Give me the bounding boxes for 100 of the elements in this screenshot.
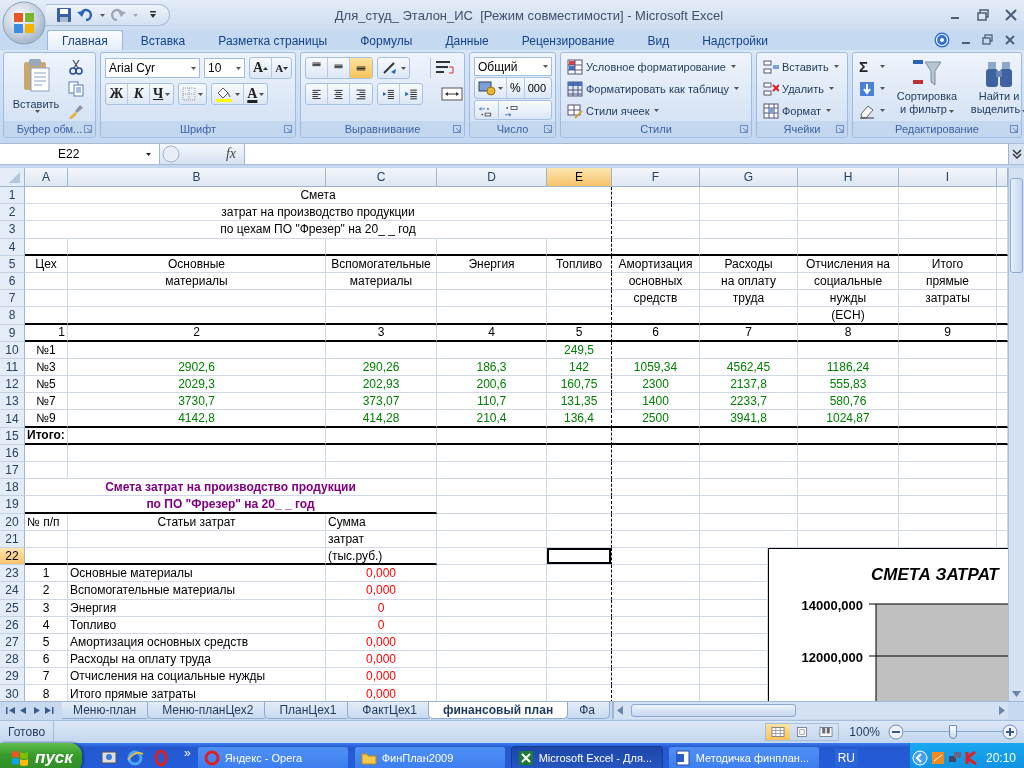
- row-header[interactable]: 18: [0, 479, 25, 497]
- column-header[interactable]: C: [326, 168, 437, 187]
- table-cell[interactable]: 202,93: [326, 376, 437, 394]
- column-header[interactable]: G: [700, 168, 798, 187]
- insert-function-button[interactable]: fx: [225, 146, 236, 162]
- table-cell[interactable]: 1024,87: [798, 410, 899, 428]
- column-header[interactable]: F: [612, 168, 700, 187]
- redo-icon[interactable]: [110, 7, 126, 23]
- table-cell[interactable]: 555,83: [798, 376, 899, 394]
- table-cell[interactable]: [547, 444, 612, 462]
- text-orientation-icon[interactable]: [381, 60, 399, 76]
- table-cell[interactable]: 290,26: [326, 358, 437, 377]
- dialog-launcher-icon[interactable]: [544, 125, 552, 133]
- row-header[interactable]: 29: [0, 668, 25, 686]
- table-cell[interactable]: Расходы: [700, 255, 798, 273]
- sort-filter-button[interactable]: Сортировка и фильтр: [891, 57, 963, 121]
- network-icon[interactable]: [947, 751, 962, 765]
- down-arrow-icon[interactable]: [1012, 691, 1021, 697]
- dialog-launcher-icon[interactable]: [284, 125, 292, 133]
- find-select-button[interactable]: Найти и выделить: [967, 57, 1024, 121]
- table-cell[interactable]: [547, 668, 612, 686]
- table-cell[interactable]: Отчисления на: [798, 255, 899, 273]
- table-cell[interactable]: материалы: [326, 272, 437, 291]
- table-cell[interactable]: 2: [68, 324, 326, 342]
- start-button[interactable]: пуск: [0, 743, 82, 768]
- table-cell[interactable]: [547, 565, 612, 583]
- fill-button[interactable]: [857, 79, 887, 98]
- table-cell[interactable]: 580,76: [798, 393, 899, 411]
- row-header[interactable]: 8: [0, 307, 25, 325]
- table-cell[interactable]: №3: [25, 358, 68, 377]
- table-cell[interactable]: 1186,24: [798, 358, 899, 377]
- table-cell[interactable]: 414,28: [326, 410, 437, 428]
- table-cell[interactable]: Амортизация: [612, 255, 700, 273]
- table-cell[interactable]: 3730,7: [68, 393, 326, 411]
- slider-thumb[interactable]: [949, 724, 957, 739]
- borders-icon[interactable]: [182, 87, 197, 101]
- table-cell[interactable]: средств: [612, 290, 700, 308]
- table-cell[interactable]: [547, 496, 612, 514]
- table-cell[interactable]: Вспомогательные материалы: [68, 582, 326, 600]
- row-header[interactable]: 2: [0, 204, 25, 222]
- row-header[interactable]: 19: [0, 496, 25, 514]
- table-cell[interactable]: 2902,6: [68, 358, 326, 377]
- ribbon-tab[interactable]: Надстройки: [687, 30, 783, 50]
- column-header[interactable]: [997, 168, 1008, 187]
- table-cell[interactable]: Итого: [899, 255, 997, 273]
- table-cell[interactable]: [547, 307, 612, 325]
- table-cell[interactable]: 131,35: [547, 393, 612, 411]
- taskbar-button[interactable]: Яндекс - Opera: [196, 746, 349, 768]
- taskbar-button[interactable]: ФинПлан2009: [353, 746, 506, 768]
- ribbon-tab[interactable]: Данные: [430, 30, 504, 50]
- dialog-launcher-icon[interactable]: [740, 125, 748, 133]
- help-icon[interactable]: [934, 32, 950, 48]
- table-cell[interactable]: 4562,45: [700, 358, 798, 377]
- cell-styles-button[interactable]: Стили ячеек: [565, 101, 742, 120]
- thousands-button[interactable]: 000: [524, 78, 550, 98]
- table-cell[interactable]: 7: [700, 324, 798, 342]
- sheet-tab[interactable]: финансовый план: [427, 702, 569, 719]
- table-cell[interactable]: (ЕСН): [798, 307, 899, 325]
- table-cell[interactable]: 249,5: [547, 341, 612, 359]
- table-cell[interactable]: Сумма: [326, 513, 437, 531]
- table-cell[interactable]: Основные: [68, 255, 326, 273]
- zoom-out-icon[interactable]: [888, 723, 904, 740]
- table-cell[interactable]: 2: [25, 582, 68, 600]
- table-cell[interactable]: 4: [25, 616, 68, 634]
- desktop-icon[interactable]: [100, 749, 118, 767]
- format-painter-icon[interactable]: [68, 103, 84, 119]
- tray-icon[interactable]: [930, 751, 945, 765]
- table-cell[interactable]: [547, 238, 612, 256]
- table-cell[interactable]: 373,07: [326, 393, 437, 411]
- normal-view-icon[interactable]: [766, 723, 791, 740]
- first-sheet-icon[interactable]: [6, 706, 15, 715]
- delete-button[interactable]: Удалить: [761, 79, 841, 98]
- table-cell[interactable]: 110,7: [437, 393, 547, 411]
- table-cell[interactable]: № п/п: [25, 513, 68, 531]
- table-cell[interactable]: 2137,8: [700, 376, 798, 394]
- table-cell[interactable]: Амортизация основных средств: [68, 633, 326, 652]
- ribbon-tab[interactable]: Формулы: [345, 30, 428, 50]
- row-header[interactable]: 7: [0, 290, 25, 308]
- table-cell[interactable]: 2029,3: [68, 376, 326, 394]
- column-header[interactable]: B: [68, 168, 326, 187]
- table-cell[interactable]: 3: [326, 324, 437, 342]
- table-cell[interactable]: №5: [25, 376, 68, 394]
- table-cell[interactable]: Энергия: [68, 599, 326, 617]
- font-color-button[interactable]: A: [244, 84, 268, 104]
- undo-icon[interactable]: [77, 7, 93, 23]
- table-cell[interactable]: [547, 582, 612, 600]
- table-cell[interactable]: 160,75: [547, 376, 612, 394]
- scissors-icon[interactable]: [68, 59, 84, 75]
- table-cell[interactable]: [547, 513, 612, 531]
- column-header[interactable]: D: [437, 168, 547, 187]
- table-cell[interactable]: 2233,7: [700, 393, 798, 411]
- table-cell[interactable]: [547, 462, 612, 480]
- table-cell[interactable]: 4: [437, 324, 547, 342]
- table-cell[interactable]: 0,000: [326, 565, 437, 583]
- ribbon-tab[interactable]: Вид: [632, 30, 685, 50]
- table-cell[interactable]: 0: [326, 616, 437, 634]
- percent-button[interactable]: %: [507, 78, 525, 98]
- bold-button[interactable]: Ж: [106, 84, 128, 104]
- number-format-field[interactable]: Общий: [474, 57, 552, 76]
- browser-icon[interactable]: [126, 749, 144, 767]
